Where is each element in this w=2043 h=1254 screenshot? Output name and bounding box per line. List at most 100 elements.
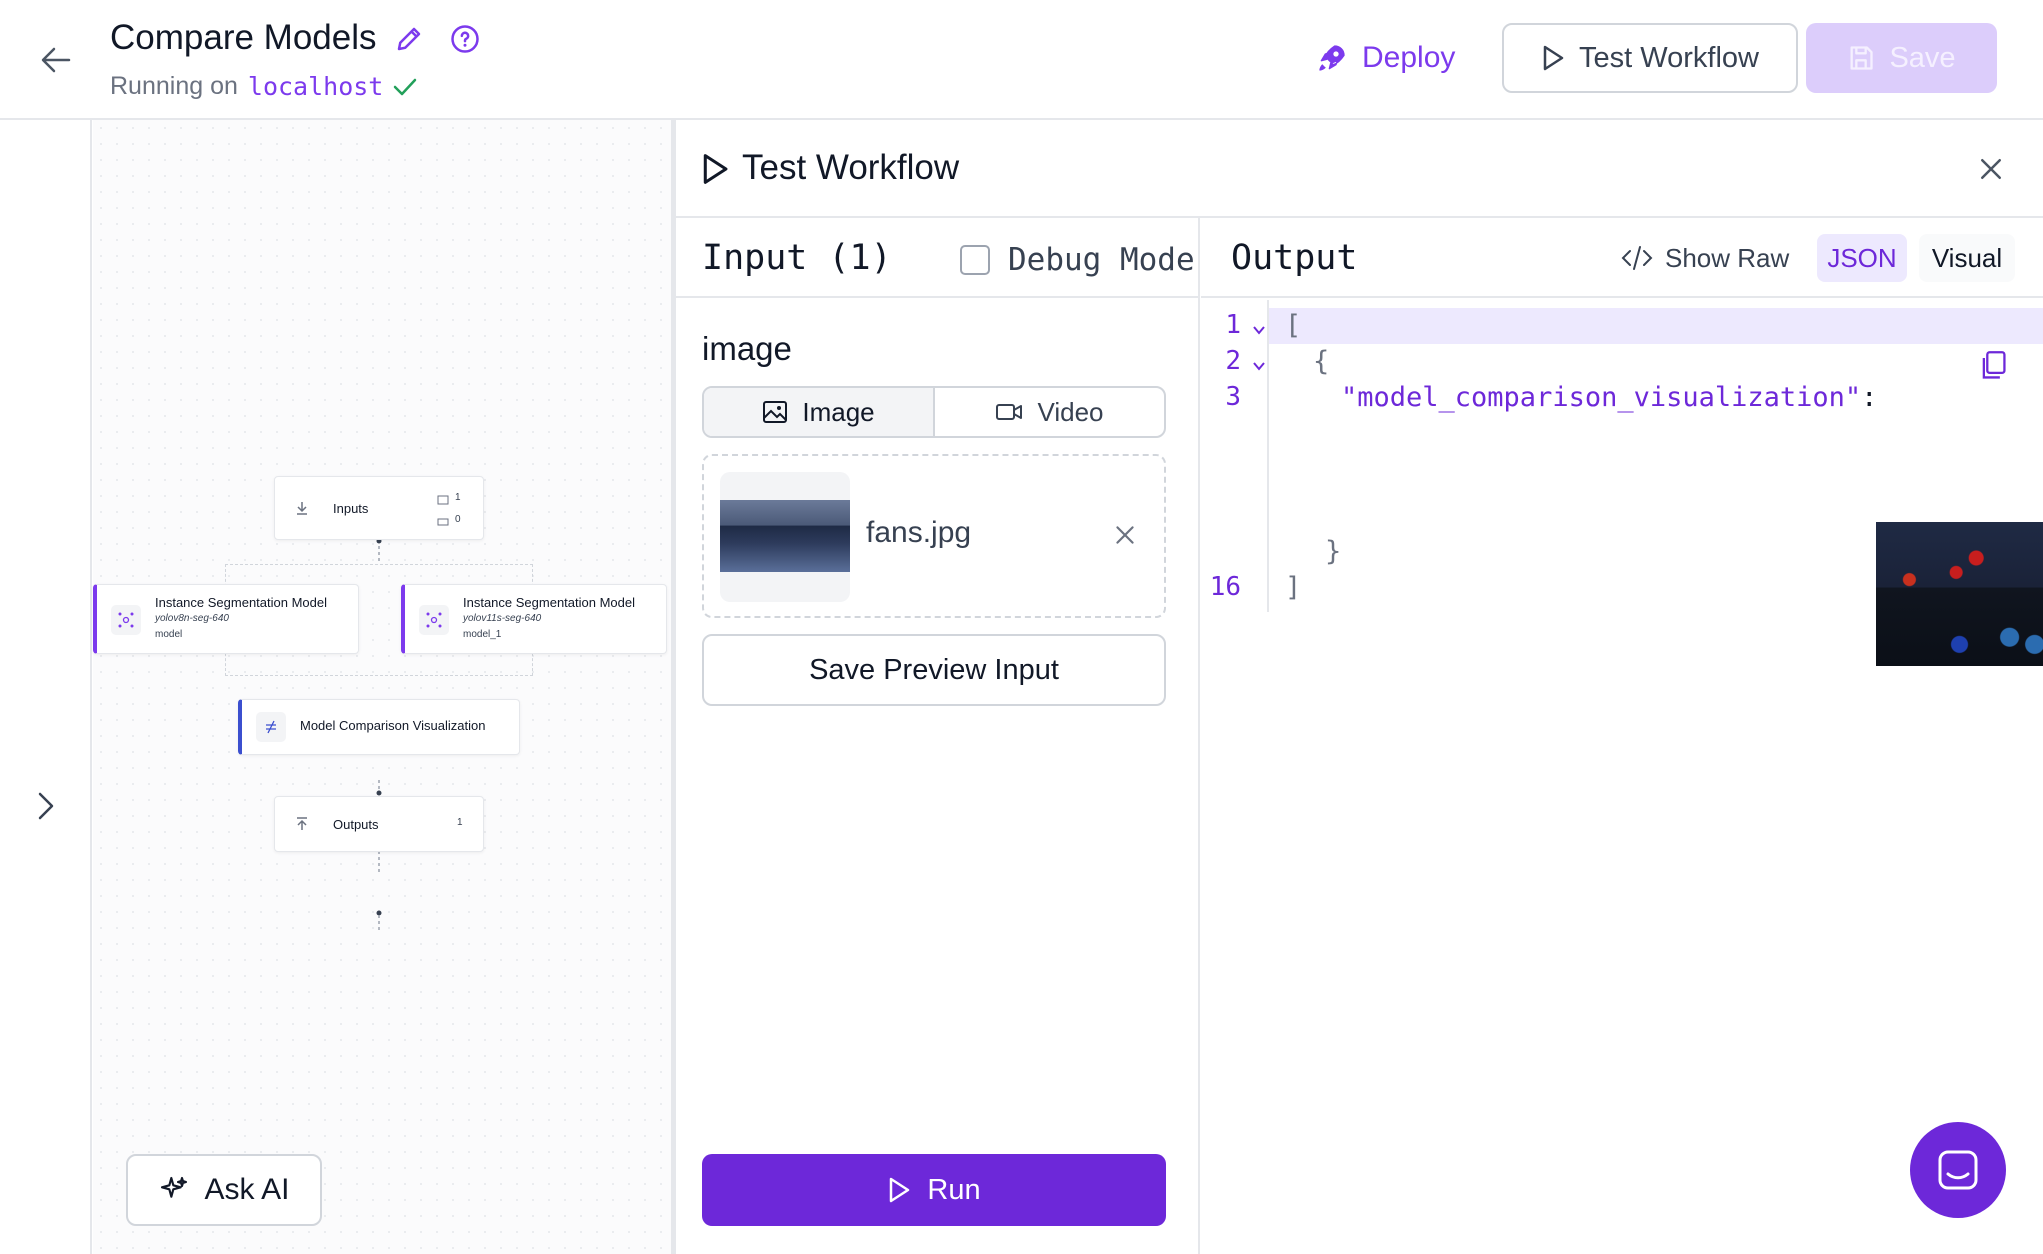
model-node-a-name: model [155,629,183,640]
not-equal-icon [256,712,286,742]
tab-video[interactable]: Video [935,388,1164,436]
inputs-node-label: Inputs [333,501,369,516]
run-button[interactable]: Run [702,1154,1166,1226]
line-number: 2 [1225,346,1241,376]
chat-icon [1938,1150,1978,1190]
output-title: Output [1231,238,1358,278]
image-icon [763,401,788,423]
run-label: Run [927,1173,981,1206]
code-line: } [1325,536,1342,567]
expand-sidebar-button[interactable] [30,788,62,824]
debug-mode-label: Debug Mode [1008,242,1195,278]
show-raw-label: Show Raw [1665,242,1790,273]
download-icon [297,502,307,515]
active-line-highlight [1201,308,2043,344]
back-button[interactable] [36,40,76,80]
model-node-a-label: Instance Segmentation Model [155,595,327,610]
comparison-viz-node[interactable]: Model Comparison Visualization [238,699,520,755]
host-name: localhost [247,72,384,101]
ask-ai-label: Ask AI [204,1173,290,1206]
test-workflow-label: Test Workflow [1579,41,1759,74]
fold-chevron-icon[interactable] [1251,358,1267,374]
image-input-icon [437,495,449,505]
segmentation-icon [111,605,141,635]
status-prefix: Running on [110,72,238,100]
test-panel-header: Test Workflow [676,120,2043,218]
output-header: Output Show Raw JSON Visual [1201,218,2043,298]
workflow-canvas[interactable]: Inputs 1 0 Instance Segmentation Model y… [93,120,673,1254]
ask-ai-button[interactable]: Ask AI [126,1154,322,1226]
close-icon[interactable] [1976,154,2006,184]
media-type-toggle: Image Video [702,386,1166,438]
save-icon [1850,46,1874,70]
deploy-label: Deploy [1362,41,1456,74]
play-icon [703,154,728,184]
left-rail [0,120,92,1254]
save-button[interactable]: Save [1806,23,1997,93]
output-visualization-image[interactable] [1876,522,2043,666]
comparison-viz-label: Model Comparison Visualization [300,718,486,733]
workflow-connectors [376,538,382,932]
line-number: 1 [1225,310,1241,340]
model-node-b[interactable]: Instance Segmentation Model yolov11s-seg… [401,584,667,654]
show-raw-button[interactable]: Show Raw [1621,238,1789,278]
image-input-count: 1 [455,492,461,503]
help-icon[interactable] [450,24,480,54]
top-header: Compare Models Running on localhost Depl… [0,0,2043,120]
code-line: "model_comparison_visualization": [1341,382,1877,413]
outputs-node[interactable]: Outputs 1 [274,796,484,852]
tab-image[interactable]: Image [704,388,935,436]
inputs-node[interactable]: Inputs 1 0 [274,476,484,540]
video-input-count: 0 [455,514,461,525]
rocket-icon [1319,45,1345,71]
line-number: 16 [1209,572,1241,602]
check-icon [394,78,417,95]
model-node-a[interactable]: Instance Segmentation Model yolov8n-seg-… [93,584,359,654]
file-upload-area[interactable]: fans.jpg [702,454,1166,618]
video-input-icon [437,518,449,526]
tab-image-label: Image [802,396,875,427]
debug-mode-toggle[interactable]: Debug Mode [960,242,1195,278]
input-panel: Input (1) Debug Mode image Image Video f… [676,218,1200,1254]
chevron-right-icon [38,792,54,820]
model-node-a-id: yolov8n-seg-640 [155,613,229,624]
code-line: ] [1285,572,1302,603]
chat-launcher-button[interactable] [1910,1122,2006,1218]
video-icon [996,404,1023,420]
output-panel: Output Show Raw JSON Visual 1 [ 2 { 3 "m… [1201,218,2043,1254]
line-number: 3 [1225,382,1241,412]
json-separator: : [1861,382,1878,413]
page-title: Compare Models [110,18,377,57]
upload-icon [297,817,307,830]
input-title: Input (1) [702,238,892,278]
segmentation-icon [419,605,449,635]
model-node-b-id: yolov11s-seg-640 [463,613,542,624]
pencil-icon[interactable] [394,24,424,54]
json-view-button[interactable]: JSON [1817,234,1907,282]
save-preview-input-button[interactable]: Save Preview Input [702,634,1166,706]
code-line: { [1313,346,1330,377]
copy-icon[interactable] [1979,350,2007,382]
play-icon [890,1177,910,1203]
file-name: fans.jpg [866,516,972,549]
visual-view-button[interactable]: Visual [1919,234,2015,282]
debug-mode-checkbox[interactable] [960,245,990,275]
play-icon [1543,45,1564,71]
outputs-node-count: 1 [457,817,463,828]
test-workflow-button[interactable]: Test Workflow [1502,23,1798,93]
test-panel-title: Test Workflow [742,148,960,187]
outputs-node-label: Outputs [333,817,379,832]
runtime-status: Running on localhost [110,72,417,101]
file-thumbnail [720,472,850,602]
sparkles-icon [161,1176,188,1198]
save-label: Save [1889,41,1956,74]
code-icon [1621,246,1653,270]
model-node-b-name: model_1 [463,629,502,640]
deploy-button[interactable]: Deploy [1316,32,1455,84]
remove-file-icon[interactable] [1112,522,1138,548]
back-arrow-icon [41,47,71,73]
model-node-b-label: Instance Segmentation Model [463,595,635,610]
input-header: Input (1) Debug Mode [676,218,1200,298]
fold-chevron-icon[interactable] [1251,322,1267,338]
tab-video-label: Video [1037,396,1104,427]
